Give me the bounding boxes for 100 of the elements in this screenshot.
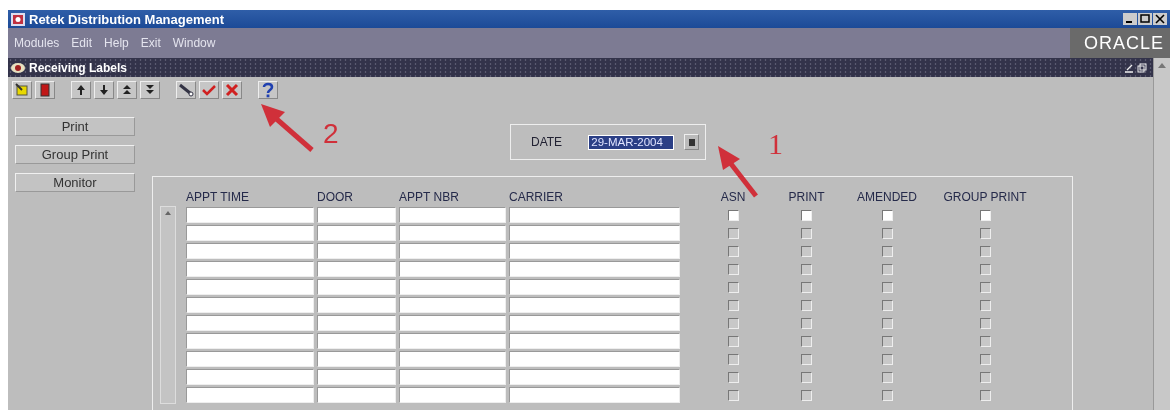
exit-door-icon xyxy=(40,83,50,97)
table-cell-field[interactable] xyxy=(399,351,506,367)
date-label: DATE xyxy=(531,135,564,149)
restore-icon[interactable] xyxy=(1137,62,1147,73)
table-cell-field[interactable] xyxy=(186,243,314,259)
table-cell-field[interactable] xyxy=(317,225,396,241)
scroll-up-icon[interactable] xyxy=(1157,62,1167,69)
table-cell-field[interactable] xyxy=(399,297,506,313)
table-cell-field[interactable] xyxy=(399,225,506,241)
date-field[interactable]: 29-MAR-2004 xyxy=(588,134,675,150)
calendar-icon xyxy=(687,137,696,147)
double-chevron-up-icon xyxy=(122,84,132,96)
table-cell-field[interactable] xyxy=(509,315,680,331)
table-cell-field[interactable] xyxy=(186,279,314,295)
table-cell-field[interactable] xyxy=(186,351,314,367)
table-cell-field[interactable] xyxy=(317,261,396,277)
toolbar-button[interactable] xyxy=(94,81,114,99)
table-cell-field[interactable] xyxy=(186,297,314,313)
toolbar-button[interactable] xyxy=(140,81,160,99)
table-cell-field[interactable] xyxy=(186,225,314,241)
column-header: ASN xyxy=(719,190,747,206)
side-button[interactable]: Group Print xyxy=(15,145,135,164)
table-cell-field[interactable] xyxy=(317,207,396,223)
checkmark-icon xyxy=(202,84,216,96)
table-cell-field[interactable] xyxy=(509,279,680,295)
annotation-number: 2 xyxy=(323,118,339,150)
column-header: GROUP PRINT xyxy=(942,190,1028,206)
table-cell-field[interactable] xyxy=(509,225,680,241)
table-cell-field[interactable] xyxy=(509,261,680,277)
table-cell-field[interactable] xyxy=(186,369,314,385)
toolbar-button[interactable] xyxy=(35,81,55,99)
menu-item[interactable]: Window xyxy=(172,36,216,50)
scroll-up-icon[interactable] xyxy=(164,210,172,215)
column-header: DOOR xyxy=(317,190,354,206)
table-cell-field[interactable] xyxy=(186,387,314,403)
side-button[interactable]: Print xyxy=(15,117,135,136)
table-cell-field[interactable] xyxy=(509,369,680,385)
table-cell-field[interactable] xyxy=(509,207,680,223)
double-chevron-down-icon xyxy=(145,84,155,96)
menu-item[interactable]: Help xyxy=(104,36,129,50)
column-header: PRINT xyxy=(787,190,826,206)
table-cell-field[interactable] xyxy=(399,333,506,349)
table-cell-field[interactable] xyxy=(317,369,396,385)
table-cell-field[interactable] xyxy=(509,243,680,259)
app-icon xyxy=(11,12,25,26)
scrollbar[interactable] xyxy=(1153,58,1170,410)
toolbar-button[interactable] xyxy=(117,81,137,99)
form-icon xyxy=(10,60,26,75)
table-cell-field[interactable] xyxy=(317,333,396,349)
toolbar-button[interactable] xyxy=(258,81,278,99)
table-cell-field[interactable] xyxy=(399,261,506,277)
annotation-arrow xyxy=(261,104,314,152)
table-cell-field[interactable] xyxy=(399,243,506,259)
side-button[interactable]: Monitor xyxy=(15,173,135,192)
table-cell-field[interactable] xyxy=(317,279,396,295)
table-cell-field[interactable] xyxy=(186,315,314,331)
table-cell-field[interactable] xyxy=(317,315,396,331)
toolbar-button[interactable] xyxy=(12,81,32,99)
column-header: APPT TIME xyxy=(186,190,250,206)
table-cell-field[interactable] xyxy=(186,261,314,277)
maximize-icon[interactable] xyxy=(1138,13,1152,25)
close-icon[interactable] xyxy=(1153,13,1167,25)
column-header: APPT NBR xyxy=(399,190,460,206)
calendar-button[interactable] xyxy=(684,134,699,150)
plug-icon xyxy=(178,83,194,97)
help-icon xyxy=(262,82,274,98)
table-cell-field[interactable] xyxy=(509,333,680,349)
arrow-up-icon xyxy=(76,84,86,96)
table-cell-field[interactable] xyxy=(317,387,396,403)
table-cell-field[interactable] xyxy=(509,387,680,403)
toolbar-button[interactable] xyxy=(71,81,91,99)
window-title: Retek Distribution Management xyxy=(29,11,226,27)
table-cell-field[interactable] xyxy=(509,351,680,367)
open-form-icon xyxy=(15,83,29,97)
table-cell-field[interactable] xyxy=(186,333,314,349)
table-cell-field[interactable] xyxy=(399,207,506,223)
checkbox[interactable] xyxy=(979,209,991,221)
checkbox[interactable] xyxy=(881,209,893,221)
logo: ORACLE xyxy=(1069,28,1170,58)
table-cell-field[interactable] xyxy=(399,279,506,295)
arrow-down-icon xyxy=(99,84,109,96)
close-icon xyxy=(225,83,239,97)
form-title: Receiving Labels xyxy=(29,60,129,75)
minimize-form-icon[interactable] xyxy=(1124,62,1134,73)
toolbar-button[interactable] xyxy=(176,81,196,99)
table-cell-field[interactable] xyxy=(399,369,506,385)
column-header: AMENDED xyxy=(856,190,918,206)
checkbox[interactable] xyxy=(801,209,812,221)
minimize-icon[interactable] xyxy=(1123,13,1137,25)
menu-item[interactable]: Modules xyxy=(14,36,60,50)
checkbox[interactable] xyxy=(727,209,739,221)
table-cell-field[interactable] xyxy=(186,207,314,223)
menu-item[interactable]: Edit xyxy=(71,36,93,50)
table-cell-field[interactable] xyxy=(317,351,396,367)
table-cell-field[interactable] xyxy=(509,297,680,313)
table-cell-field[interactable] xyxy=(317,297,396,313)
table-cell-field[interactable] xyxy=(399,387,506,403)
menu-item[interactable]: Exit xyxy=(140,36,161,50)
table-cell-field[interactable] xyxy=(317,243,396,259)
table-cell-field[interactable] xyxy=(399,315,506,331)
